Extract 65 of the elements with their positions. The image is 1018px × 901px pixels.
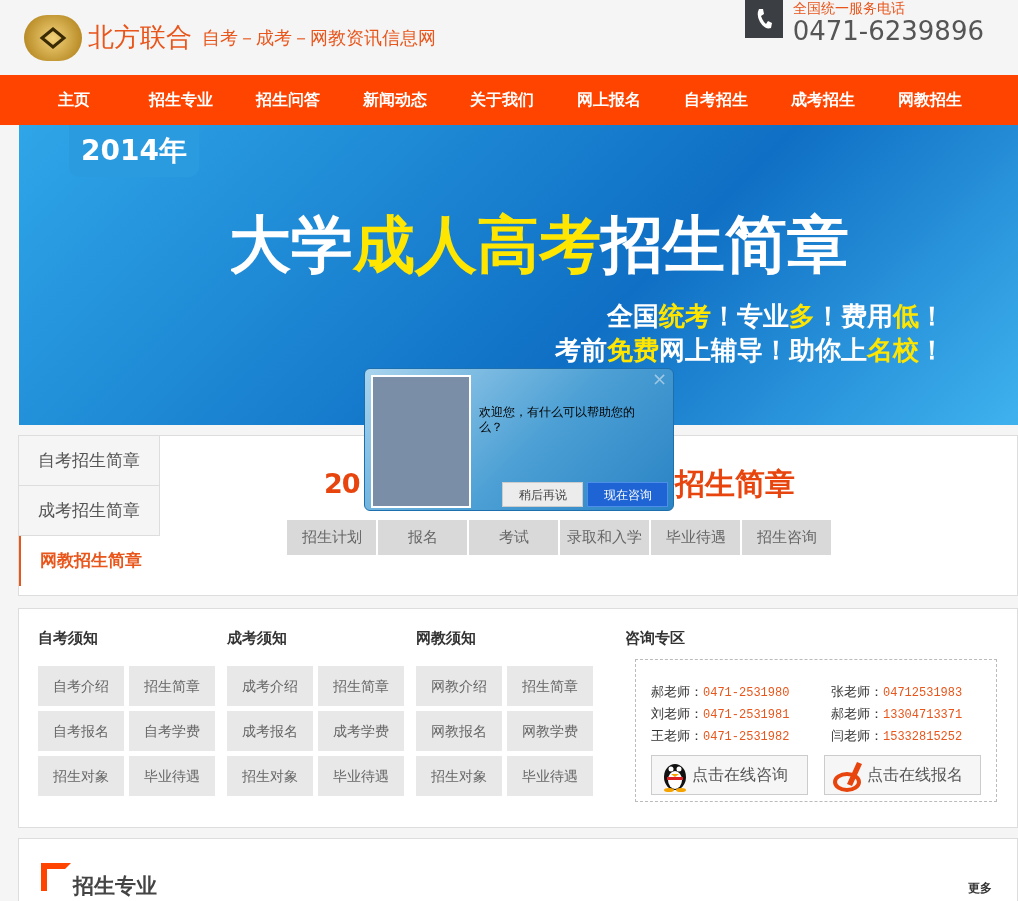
brochure-tab[interactable]: 招生咨询 — [742, 520, 831, 555]
banner-title: 大学成人高考招生简章 — [229, 207, 849, 283]
banner-slogan: 考前免费网上辅导！助你上名校！ — [555, 334, 945, 367]
notice-link[interactable]: 毕业待遇 — [318, 756, 404, 796]
brochure-tab[interactable]: 报名 — [378, 520, 467, 555]
more-link[interactable]: 更多 — [968, 879, 992, 897]
hotline-label: 全国统一服务电话 — [792, 0, 906, 16]
notice-link[interactable]: 自考介绍 — [38, 666, 124, 706]
consult-title: 咨询专区 — [625, 628, 686, 649]
contact-entry: 王老师：0471-2531982 — [651, 727, 791, 746]
brand-name: 北方联合 — [88, 21, 192, 54]
nav-link[interactable]: 招生专业 — [127, 88, 234, 112]
contact-entry: 闫老师：15332815252 — [831, 727, 964, 746]
notice-link[interactable]: 毕业待遇 — [129, 756, 215, 796]
notice-link[interactable]: 成考报名 — [227, 711, 313, 751]
notice-link[interactable]: 招生对象 — [38, 756, 124, 796]
nav-link[interactable]: 主页 — [20, 88, 127, 112]
brochure-tab[interactable]: 考试 — [469, 520, 558, 555]
brochure-tab[interactable]: 招生计划 — [287, 520, 376, 555]
notice-link[interactable]: 网教报名 — [416, 711, 502, 751]
brochure-tab[interactable]: 录取和入学 — [560, 520, 649, 555]
notice-title: 网教须知 — [416, 628, 477, 649]
logo-icon — [24, 14, 82, 61]
banner-slogan: 全国统考！专业多！费用低！ — [607, 300, 945, 333]
notice-link[interactable]: 招生简章 — [129, 666, 215, 706]
popup-button[interactable]: 稍后再说 — [502, 482, 583, 507]
notice-link[interactable]: 网教介绍 — [416, 666, 502, 706]
brochure-heading: 招生简章 — [675, 465, 795, 503]
notice-link[interactable]: 招生对象 — [227, 756, 313, 796]
side-tab[interactable]: 自考招生简章 — [19, 436, 160, 486]
nav-link[interactable]: 网上报名 — [555, 88, 662, 112]
notice-link[interactable]: 自考学费 — [129, 711, 215, 751]
notice-link[interactable]: 毕业待遇 — [507, 756, 593, 796]
notice-link[interactable]: 成考介绍 — [227, 666, 313, 706]
notice-link[interactable]: 招生简章 — [318, 666, 404, 706]
notice-link[interactable]: 网教学费 — [507, 711, 593, 751]
section-title: 招生专业 — [73, 873, 157, 899]
consult-button[interactable]: 点击在线咨询 — [651, 755, 808, 795]
contact-entry: 刘老师：0471-2531981 — [651, 705, 791, 724]
side-tab[interactable]: 成考招生简章 — [19, 486, 160, 536]
notice-link[interactable]: 招生对象 — [416, 756, 502, 796]
slogan: 自考－成考－网教资讯信息网 — [202, 26, 436, 50]
nav-link[interactable]: 关于我们 — [448, 88, 555, 112]
notice-title: 自考须知 — [38, 628, 99, 649]
popup-message: 欢迎您，有什么可以帮助您的么？ — [479, 405, 636, 435]
popup-button[interactable]: 现在咨询 — [587, 482, 668, 507]
hotline-number: 0471-6239896 — [792, 16, 984, 46]
corner-icon — [41, 863, 71, 891]
notice-title: 成考须知 — [227, 628, 288, 649]
consult-button[interactable]: 点击在线报名 — [824, 755, 981, 795]
nav-link[interactable]: 网教招生 — [876, 88, 983, 112]
phone-icon — [744, 0, 783, 38]
contact-entry: 张老师：04712531983 — [831, 683, 964, 702]
notice-link[interactable]: 成考学费 — [318, 711, 404, 751]
notice-link[interactable]: 招生简章 — [507, 666, 593, 706]
contact-entry: 郝老师：0471-2531980 — [651, 683, 791, 702]
year-badge: 2014年 — [69, 125, 199, 177]
brochure-heading: 20 — [324, 467, 360, 501]
notice-link[interactable]: 自考报名 — [38, 711, 124, 751]
contact-entry: 郝老师：13304713371 — [831, 705, 964, 724]
brochure-tab[interactable]: 毕业待遇 — [651, 520, 740, 555]
nav-link[interactable]: 成考招生 — [769, 88, 876, 112]
nav-link[interactable]: 新闻动态 — [341, 88, 448, 112]
nav-link[interactable]: 招生问答 — [234, 88, 341, 112]
nav-link[interactable]: 自考招生 — [662, 88, 769, 112]
